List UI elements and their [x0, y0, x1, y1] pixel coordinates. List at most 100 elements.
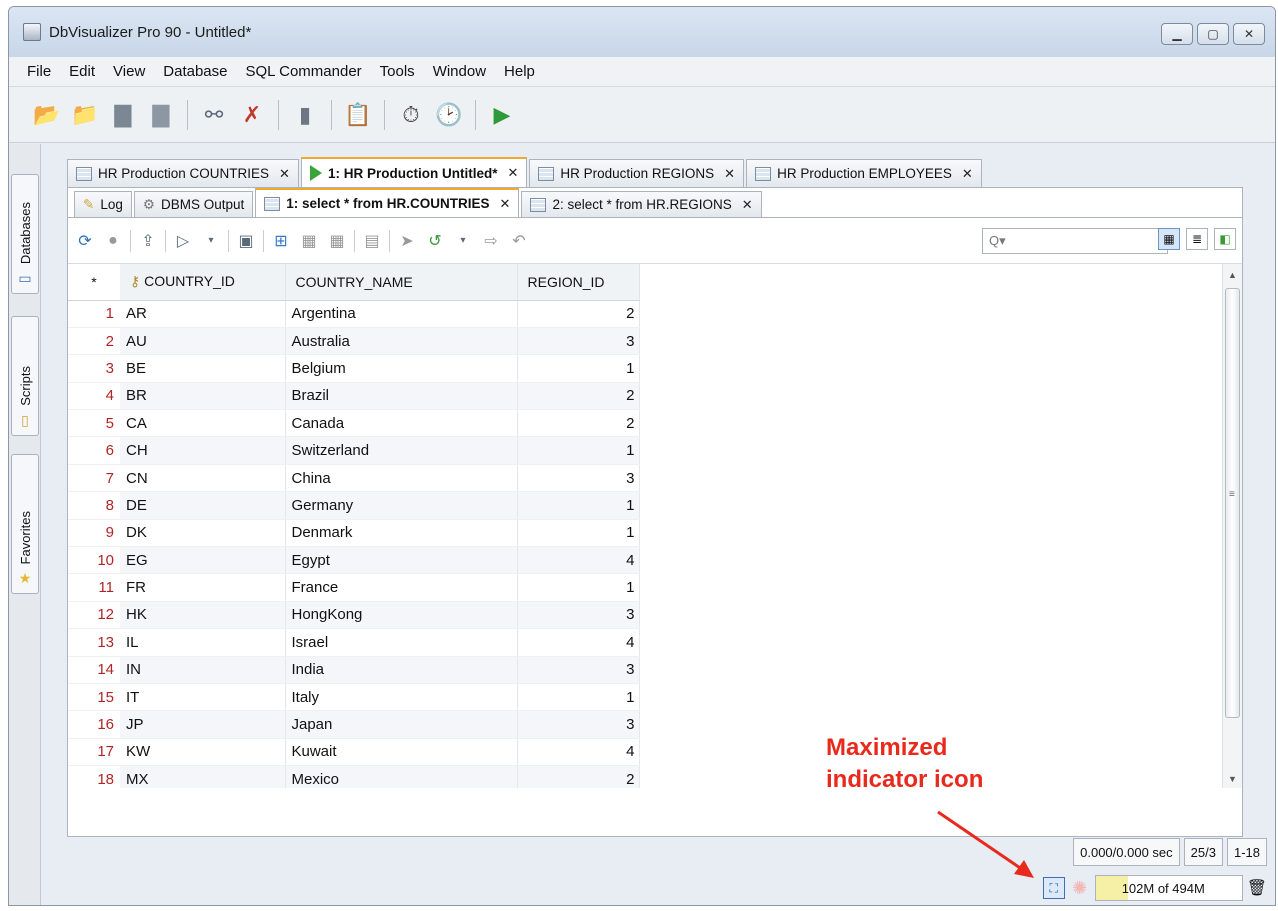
- refresh-icon[interactable]: ⟳: [74, 230, 96, 252]
- cell-country-id[interactable]: BR: [120, 382, 286, 411]
- cell-country-id[interactable]: DK: [120, 519, 286, 548]
- table-row[interactable]: 10 EG Egypt 4: [68, 546, 640, 575]
- cell-region-id[interactable]: 2: [517, 300, 640, 328]
- tab-hr-production-regions[interactable]: HR Production REGIONS ✕: [529, 159, 745, 187]
- commit-icon[interactable]: ➤: [396, 230, 418, 252]
- menu-file[interactable]: File: [27, 63, 51, 80]
- cell-country-name[interactable]: Italy: [285, 683, 518, 712]
- menu-window[interactable]: Window: [433, 63, 486, 80]
- open-settings-folder-icon[interactable]: 📁: [69, 99, 101, 131]
- cell-country-name[interactable]: Argentina: [285, 300, 518, 328]
- cell-country-id[interactable]: HK: [120, 601, 286, 630]
- duplicate-row-icon[interactable]: ▦: [298, 230, 320, 252]
- save-as-icon[interactable]: ▇: [145, 99, 177, 131]
- undo-icon[interactable]: ↶: [508, 230, 530, 252]
- cell-region-id[interactable]: 1: [517, 354, 640, 383]
- garbage-collect-icon[interactable]: 🗑: [1247, 878, 1267, 898]
- cell-country-name[interactable]: Israel: [285, 628, 518, 657]
- cell-country-id[interactable]: JP: [120, 710, 286, 739]
- close-tab-icon[interactable]: ✕: [500, 196, 511, 212]
- table-row[interactable]: 13 IL Israel 4: [68, 628, 640, 657]
- scroll-down-icon[interactable]: ▼: [1228, 774, 1237, 784]
- cell-country-name[interactable]: Egypt: [285, 546, 518, 575]
- cell-country-id[interactable]: MX: [120, 765, 286, 788]
- cell-region-id[interactable]: 3: [517, 464, 640, 493]
- cell-country-name[interactable]: China: [285, 464, 518, 493]
- save-changes-icon[interactable]: ⇨: [480, 230, 502, 252]
- sidebar-tab-scripts[interactable]: Scripts ▯: [11, 316, 39, 436]
- cell-country-id[interactable]: CA: [120, 409, 286, 438]
- cell-country-id[interactable]: FR: [120, 573, 286, 602]
- table-row[interactable]: 4 BR Brazil 2: [68, 382, 640, 411]
- tab-hr-production-untitled[interactable]: 1: HR Production Untitled* ✕: [300, 157, 528, 187]
- cell-region-id[interactable]: 4: [517, 546, 640, 575]
- table-row[interactable]: 11 FR France 1: [68, 573, 640, 602]
- table-row[interactable]: 14 IN India 3: [68, 656, 640, 684]
- cell-country-id[interactable]: DE: [120, 491, 286, 520]
- stopwatch-icon[interactable]: ⏱: [395, 99, 427, 131]
- table-row[interactable]: 2 AU Australia 3: [68, 327, 640, 356]
- disconnect-icon[interactable]: ✗: [236, 99, 268, 131]
- dropdown-icon[interactable]: ▾: [200, 230, 222, 252]
- table-row[interactable]: 3 BE Belgium 1: [68, 354, 640, 383]
- minimize-button[interactable]: ▁: [1161, 23, 1193, 45]
- tab-result-countries[interactable]: 1: select * from HR.COUNTRIES ✕: [255, 188, 520, 217]
- cell-country-id[interactable]: EG: [120, 546, 286, 575]
- table-row[interactable]: 17 KW Kuwait 4: [68, 738, 640, 767]
- menu-view[interactable]: View: [113, 63, 145, 80]
- table-row[interactable]: 5 CA Canada 2: [68, 409, 640, 438]
- table-row[interactable]: 1 AR Argentina 2: [68, 300, 640, 328]
- cell-country-name[interactable]: Canada: [285, 409, 518, 438]
- connect-icon[interactable]: ⚯: [198, 99, 230, 131]
- tab-log[interactable]: ✎ Log: [74, 191, 132, 217]
- new-sql-commander-icon[interactable]: ▶: [486, 99, 518, 131]
- stop-icon[interactable]: ●: [102, 230, 124, 252]
- menu-help[interactable]: Help: [504, 63, 535, 80]
- rollback-icon[interactable]: ↺: [424, 230, 446, 252]
- cell-country-id[interactable]: BE: [120, 354, 286, 383]
- copy-icon[interactable]: ▣: [235, 230, 257, 252]
- delete-row-icon[interactable]: ▦: [326, 230, 348, 252]
- cell-country-name[interactable]: HongKong: [285, 601, 518, 630]
- history-icon[interactable]: 🕑: [433, 99, 465, 131]
- save-icon[interactable]: ▇: [107, 99, 139, 131]
- cell-region-id[interactable]: 2: [517, 409, 640, 438]
- tab-hr-production-employees[interactable]: HR Production EMPLOYEES ✕: [746, 159, 982, 187]
- maximized-indicator-icon[interactable]: ⛶: [1042, 877, 1065, 899]
- cell-country-name[interactable]: Germany: [285, 491, 518, 520]
- cell-region-id[interactable]: 3: [517, 601, 640, 630]
- scroll-up-icon[interactable]: ▲: [1228, 270, 1237, 280]
- dropdown-icon[interactable]: ▾: [452, 230, 474, 252]
- cell-region-id[interactable]: 3: [517, 656, 640, 684]
- chart-view-icon[interactable]: ◧: [1214, 228, 1236, 250]
- table-row[interactable]: 6 CH Switzerland 1: [68, 436, 640, 465]
- cell-region-id[interactable]: 2: [517, 765, 640, 788]
- close-tab-icon[interactable]: ✕: [279, 166, 290, 182]
- cell-country-name[interactable]: Japan: [285, 710, 518, 739]
- table-row[interactable]: 16 JP Japan 3: [68, 710, 640, 739]
- cell-country-id[interactable]: AR: [120, 300, 286, 328]
- cell-region-id[interactable]: 1: [517, 436, 640, 465]
- filter-icon[interactable]: ▷: [172, 230, 194, 252]
- cell-country-id[interactable]: CN: [120, 464, 286, 493]
- cell-region-id[interactable]: 1: [517, 519, 640, 548]
- table-row[interactable]: 9 DK Denmark 1: [68, 519, 640, 548]
- cell-country-id[interactable]: IL: [120, 628, 286, 657]
- memory-usage[interactable]: 102M of 494M: [1094, 875, 1243, 901]
- open-folder-icon[interactable]: 📂: [31, 99, 63, 131]
- cell-region-id[interactable]: 3: [517, 710, 640, 739]
- cell-country-id[interactable]: IT: [120, 683, 286, 712]
- table-row[interactable]: 18 MX Mexico 2: [68, 765, 640, 788]
- cell-country-name[interactable]: Denmark: [285, 519, 518, 548]
- tab-dbms-output[interactable]: ⚙ DBMS Output: [133, 191, 254, 217]
- scrollbar-thumb[interactable]: ≡: [1225, 288, 1240, 718]
- close-tab-icon[interactable]: ✕: [507, 165, 518, 181]
- tab-hr-production-countries[interactable]: HR Production COUNTRIES ✕: [67, 159, 299, 187]
- cell-region-id[interactable]: 4: [517, 738, 640, 767]
- cell-country-name[interactable]: Brazil: [285, 382, 518, 411]
- menu-database[interactable]: Database: [163, 63, 227, 80]
- clipboard-icon[interactable]: 📋: [342, 99, 374, 131]
- column-header-country-name[interactable]: COUNTRY_NAME: [285, 264, 518, 301]
- cell-country-id[interactable]: AU: [120, 327, 286, 356]
- menu-tools[interactable]: Tools: [380, 63, 415, 80]
